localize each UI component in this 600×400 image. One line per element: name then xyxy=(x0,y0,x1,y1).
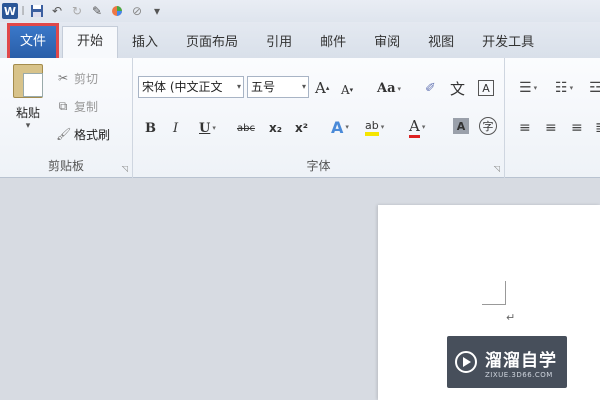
highlight-button[interactable]: ab ▾ xyxy=(365,117,384,137)
tab-insert[interactable]: 插入 xyxy=(118,28,172,58)
tab-view[interactable]: 视图 xyxy=(414,28,468,58)
align-left-button[interactable]: ≡ xyxy=(519,118,531,138)
clipboard-group: 粘贴 ▾ ✂ 剪切 ⧉ 复制 🖌 格式刷 剪贴板 ◹ xyxy=(0,58,133,178)
watermark: 溜溜自学 ZIXUE.3D66.COM xyxy=(447,336,567,388)
font-name-value: 宋体 (中文正文 xyxy=(142,80,223,94)
bold-button[interactable]: B xyxy=(145,118,156,138)
tab-home[interactable]: 开始 xyxy=(62,26,119,58)
chevron-down-icon: ▾ xyxy=(301,82,306,91)
ribbon-tabs: 文件 开始 插入 页面布局 引用 邮件 审阅 视图 开发工具 xyxy=(0,22,600,61)
undo-icon[interactable]: ↶ xyxy=(48,2,66,20)
tab-references[interactable]: 引用 xyxy=(252,28,306,58)
format-painter-qat-icon[interactable]: ✎ xyxy=(88,2,106,20)
save-icon[interactable] xyxy=(28,2,46,20)
italic-button[interactable]: I xyxy=(173,118,178,138)
enclose-characters-button[interactable]: 字 xyxy=(479,117,497,135)
phonetic-guide-button[interactable]: 文 xyxy=(450,78,465,98)
clear-format-icon[interactable]: ⊘ xyxy=(128,2,146,20)
chevron-down-icon[interactable]: ▾ xyxy=(8,121,48,131)
align-center-button[interactable]: ≡ xyxy=(545,118,557,138)
paragraph-mark-icon: ↵ xyxy=(506,311,516,324)
clear-formatting-button[interactable]: ✐ xyxy=(425,78,436,98)
ribbon: 粘贴 ▾ ✂ 剪切 ⧉ 复制 🖌 格式刷 剪贴板 ◹ 宋体 (中文正文 ▾ 五号… xyxy=(0,58,600,178)
paste-button[interactable]: 粘贴 ▾ xyxy=(8,64,48,131)
tab-page-layout[interactable]: 页面布局 xyxy=(172,28,252,58)
copy-button[interactable]: ⧉ 复制 xyxy=(56,96,98,116)
font-group-label: 字体 xyxy=(306,159,331,173)
bullets-button[interactable]: ☰ ▾ xyxy=(519,78,537,98)
copy-icon: ⧉ xyxy=(58,98,68,113)
font-size-select[interactable]: 五号 ▾ xyxy=(247,76,309,98)
text-effects-button[interactable]: A ▾ xyxy=(331,117,349,137)
margin-corner-mark xyxy=(482,281,506,305)
change-case-button[interactable]: Aa ▾ xyxy=(377,78,401,98)
quick-access-toolbar: W | ↶ ↻ ✎ ⊘ ▾ xyxy=(0,0,600,22)
chevron-down-icon: ▾ xyxy=(236,82,241,91)
dialog-launcher-icon[interactable]: ◹ xyxy=(122,164,128,173)
character-border-button[interactable]: A xyxy=(478,80,494,96)
font-name-select[interactable]: 宋体 (中文正文 ▾ xyxy=(138,76,244,98)
paste-label: 粘贴 xyxy=(15,106,40,120)
shrink-font-button[interactable]: A ▾ xyxy=(341,80,353,100)
tab-file[interactable]: 文件 xyxy=(6,23,60,61)
font-color-button[interactable]: A ▾ xyxy=(409,117,425,138)
play-logo-icon xyxy=(455,351,477,373)
tab-developer[interactable]: 开发工具 xyxy=(468,28,548,58)
watermark-title: 溜溜自学 xyxy=(485,350,557,371)
grow-font-button[interactable]: A ▴ xyxy=(315,78,329,98)
scissors-icon: ✂ xyxy=(57,71,69,85)
subscript-button[interactable]: x₂ xyxy=(269,118,282,138)
tab-mailings[interactable]: 邮件 xyxy=(306,28,360,58)
multilevel-list-button[interactable]: ☲ xyxy=(589,78,600,98)
cut-label: 剪切 xyxy=(74,71,99,86)
font-group: 宋体 (中文正文 ▾ 五号 ▾ A ▴ A ▾ Aa ▾ ✐ 文 A B I U ▾ a… xyxy=(133,58,505,178)
color-wheel-icon[interactable] xyxy=(108,2,126,20)
format-painter-button[interactable]: 🖌 格式刷 xyxy=(56,124,110,144)
clipboard-group-label: 剪贴板 xyxy=(47,159,84,173)
dialog-launcher-icon[interactable]: ◹ xyxy=(494,164,500,173)
tab-review[interactable]: 审阅 xyxy=(360,28,414,58)
brush-icon: 🖌 xyxy=(56,127,72,141)
underline-button[interactable]: U ▾ xyxy=(199,118,216,138)
watermark-text: 溜溜自学 ZIXUE.3D66.COM xyxy=(485,346,557,379)
copy-label: 复制 xyxy=(74,99,99,114)
character-shading-button[interactable]: A xyxy=(453,118,469,134)
paragraph-group: ☰▾ ☷▾ ☲ ≡ ≡ ≡ ≣ xyxy=(505,58,600,178)
font-size-value: 五号 xyxy=(251,80,276,94)
strikethrough-button[interactable]: abc xyxy=(237,118,255,138)
numbering-button[interactable]: ☷ ▾ xyxy=(555,78,573,98)
cut-button[interactable]: ✂ 剪切 xyxy=(56,68,98,88)
paste-icon xyxy=(13,64,43,98)
qat-separator: | xyxy=(21,6,25,16)
customize-qat-icon[interactable]: ▾ xyxy=(148,2,166,20)
align-right-button[interactable]: ≡ xyxy=(571,118,583,138)
redo-icon[interactable]: ↻ xyxy=(68,2,86,20)
format-painter-label: 格式刷 xyxy=(74,127,111,142)
justify-button[interactable]: ≣ xyxy=(595,118,600,138)
superscript-button[interactable]: x² xyxy=(295,118,308,138)
watermark-url: ZIXUE.3D66.COM xyxy=(485,370,553,379)
word-app-icon[interactable]: W xyxy=(2,3,18,19)
